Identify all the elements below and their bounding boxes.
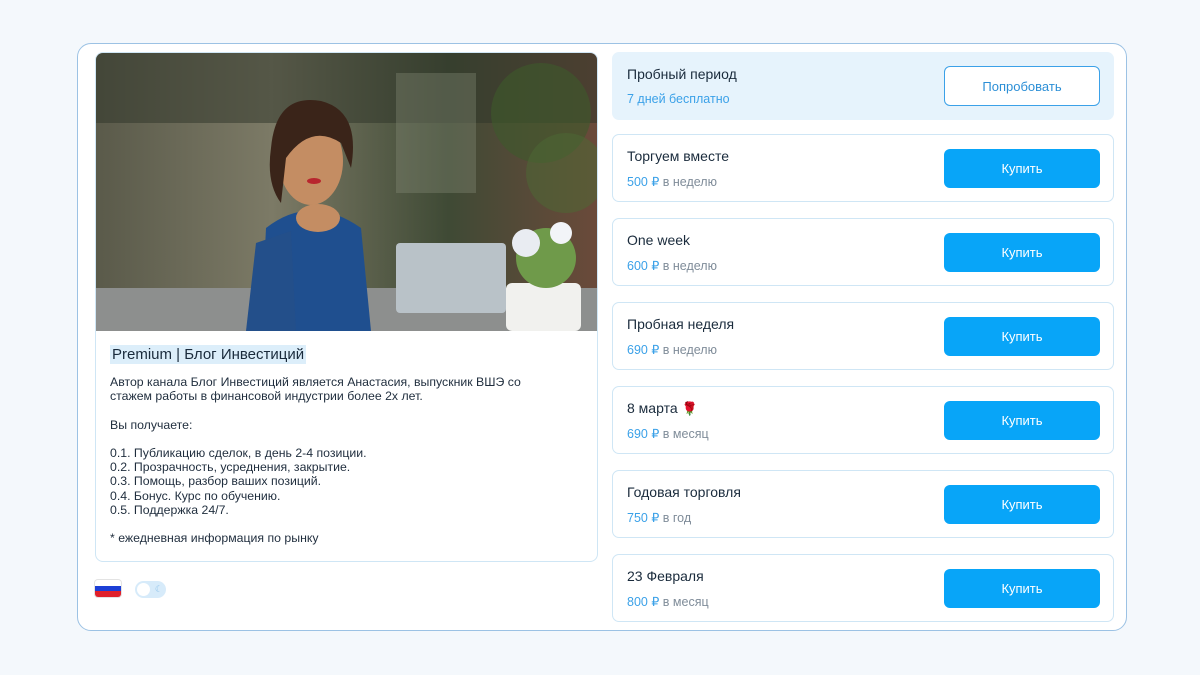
plan-card: 23 Февраля 800 ₽ в месяц Купить: [612, 554, 1114, 622]
plan-name: Торгуем вместе: [627, 148, 730, 164]
plan-card: 8 марта 🌹 690 ₽ в месяц Купить: [612, 386, 1114, 454]
channel-description: Автор канала Блог Инвестиций является Ан…: [110, 375, 521, 546]
buy-button[interactable]: Купить: [944, 569, 1100, 608]
theme-toggle[interactable]: ☾: [135, 581, 166, 598]
channel-photo: [96, 53, 597, 331]
rose-icon: 🌹: [681, 401, 698, 416]
plan-card: Пробная неделя 690 ₽ в неделю Купить: [612, 302, 1114, 370]
plan-trial: Пробный период 7 дней бесплатно Попробов…: [612, 52, 1114, 120]
subscription-frame: Premium | Блог Инвестиций Автор канала Б…: [77, 43, 1127, 631]
plan-name: Пробная неделя: [627, 316, 735, 332]
plan-price: 690 ₽ в месяц: [627, 427, 709, 441]
buy-button[interactable]: Купить: [944, 233, 1100, 272]
buy-button[interactable]: Купить: [944, 317, 1100, 356]
plan-price: 600 ₽ в неделю: [627, 259, 717, 273]
plan-name: 8 марта 🌹: [627, 400, 698, 416]
plan-card: Торгуем вместе 500 ₽ в неделю Купить: [612, 134, 1114, 202]
plan-name: Пробный период: [627, 66, 737, 82]
plan-price: 500 ₽ в неделю: [627, 175, 717, 189]
channel-card: Premium | Блог Инвестиций Автор канала Б…: [95, 52, 598, 562]
plan-price: 690 ₽ в неделю: [627, 343, 717, 357]
toggle-knob: [137, 583, 150, 596]
plan-subtitle: 7 дней бесплатно: [627, 92, 730, 106]
buy-button[interactable]: Купить: [944, 401, 1100, 440]
channel-title: Premium | Блог Инвестиций: [110, 345, 307, 364]
buy-button[interactable]: Купить: [944, 149, 1100, 188]
try-button[interactable]: Попробовать: [944, 66, 1100, 106]
moon-icon: ☾: [154, 584, 163, 594]
plan-name: Годовая торговля: [627, 484, 741, 500]
plan-price: 800 ₽ в месяц: [627, 595, 709, 609]
plan-name: 23 Февраля: [627, 568, 704, 584]
russia-flag-icon[interactable]: [95, 580, 121, 597]
plan-card: One week 600 ₽ в неделю Купить: [612, 218, 1114, 286]
plan-card: Годовая торговля 750 ₽ в год Купить: [612, 470, 1114, 538]
channel-info: Premium | Блог Инвестиций Автор канала Б…: [110, 345, 583, 545]
plan-price: 750 ₽ в год: [627, 511, 692, 525]
woman-at-laptop-photo: [96, 53, 597, 331]
plan-name: One week: [627, 232, 691, 248]
buy-button[interactable]: Купить: [944, 485, 1100, 524]
